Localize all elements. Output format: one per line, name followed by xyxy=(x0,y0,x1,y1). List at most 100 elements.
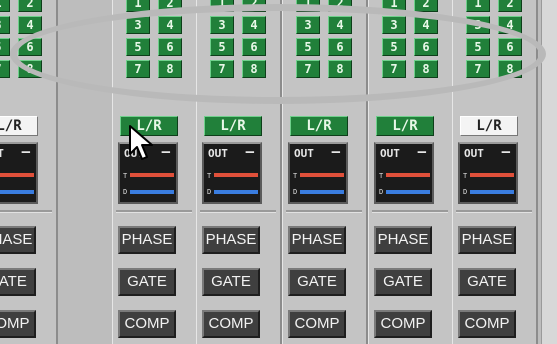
out-indicator: – xyxy=(161,144,170,160)
gate-button[interactable]: GATE xyxy=(374,268,432,296)
meter-t-bar xyxy=(470,173,514,177)
meter-d-bar xyxy=(386,190,430,194)
output-meter-panel: OUT – TD xyxy=(202,142,262,204)
bus-assign-button-7[interactable]: 7 xyxy=(466,60,490,78)
phase-button[interactable]: PHASE xyxy=(458,226,516,254)
bus-assign-button-6[interactable]: 6 xyxy=(328,38,352,56)
lr-assign-button[interactable]: L/R xyxy=(204,116,262,136)
output-meter-panel: OUT – TD xyxy=(374,142,434,204)
bus-assign-grid: 12345678 xyxy=(382,0,438,78)
phase-button[interactable]: PHASE xyxy=(202,226,260,254)
gate-button[interactable]: GATE xyxy=(0,268,36,296)
bus-assign-button-5[interactable]: 5 xyxy=(0,38,10,56)
out-label: OUT xyxy=(380,147,400,160)
bus-assign-button-8[interactable]: 8 xyxy=(328,60,352,78)
meter-t-label: T xyxy=(293,172,298,180)
meter-t-label: T xyxy=(207,172,212,180)
bus-assign-button-6[interactable]: 6 xyxy=(242,38,266,56)
bus-assign-button-8[interactable]: 8 xyxy=(242,60,266,78)
gate-button[interactable]: GATE xyxy=(288,268,346,296)
bus-assign-button-5[interactable]: 5 xyxy=(382,38,406,56)
bus-assign-button-8[interactable]: 8 xyxy=(158,60,182,78)
mixer-window: 12345678L/ROUT–TDPHASEGATECOMP12345678L/… xyxy=(0,0,557,344)
bus-assign-button-6[interactable]: 6 xyxy=(18,38,42,56)
phase-button[interactable]: PHASE xyxy=(118,226,176,254)
bus-assign-button-1[interactable]: 1 xyxy=(466,0,490,12)
bus-assign-grid: 12345678 xyxy=(296,0,352,78)
lr-assign-button[interactable]: L/R xyxy=(376,116,434,136)
bus-assign-button-4[interactable]: 4 xyxy=(328,16,352,34)
bus-assign-button-2[interactable]: 2 xyxy=(414,0,438,12)
output-meter-panel: OUT – TD xyxy=(458,142,518,204)
vertical-scrollbar[interactable] xyxy=(541,0,557,344)
bus-assign-grid: 12345678 xyxy=(126,0,182,78)
phase-button[interactable]: PHASE xyxy=(0,226,36,254)
lr-assign-button[interactable]: L/R xyxy=(0,116,38,136)
meter-t-bar xyxy=(386,173,430,177)
bus-assign-grid: 12345678 xyxy=(0,0,42,78)
bus-assign-button-2[interactable]: 2 xyxy=(498,0,522,12)
bus-assign-button-5[interactable]: 5 xyxy=(296,38,320,56)
gate-button[interactable]: GATE xyxy=(202,268,260,296)
bus-assign-button-1[interactable]: 1 xyxy=(382,0,406,12)
meter-d-bar xyxy=(470,190,514,194)
comp-button[interactable]: COMP xyxy=(288,310,346,338)
bus-assign-button-4[interactable]: 4 xyxy=(498,16,522,34)
meter-d-label: D xyxy=(293,188,298,196)
bus-assign-button-8[interactable]: 8 xyxy=(18,60,42,78)
gate-button[interactable]: GATE xyxy=(118,268,176,296)
bus-assign-button-3[interactable]: 3 xyxy=(126,16,150,34)
divider xyxy=(456,210,532,213)
bus-assign-button-8[interactable]: 8 xyxy=(498,60,522,78)
bus-assign-button-7[interactable]: 7 xyxy=(382,60,406,78)
bus-assign-button-2[interactable]: 2 xyxy=(18,0,42,12)
bus-assign-button-5[interactable]: 5 xyxy=(126,38,150,56)
bus-assign-button-3[interactable]: 3 xyxy=(296,16,320,34)
bus-assign-button-4[interactable]: 4 xyxy=(158,16,182,34)
out-indicator: – xyxy=(245,144,254,160)
phase-button[interactable]: PHASE xyxy=(374,226,432,254)
bus-assign-button-8[interactable]: 8 xyxy=(414,60,438,78)
meter-d-bar xyxy=(214,190,258,194)
meter-t-label: T xyxy=(379,172,384,180)
bus-assign-grid: 12345678 xyxy=(466,0,522,78)
bus-assign-button-4[interactable]: 4 xyxy=(414,16,438,34)
out-label: OUT xyxy=(464,147,484,160)
lr-assign-button[interactable]: L/R xyxy=(290,116,348,136)
bus-assign-button-7[interactable]: 7 xyxy=(126,60,150,78)
bus-assign-button-6[interactable]: 6 xyxy=(414,38,438,56)
bus-assign-button-7[interactable]: 7 xyxy=(210,60,234,78)
gate-button[interactable]: GATE xyxy=(458,268,516,296)
bus-assign-button-1[interactable]: 1 xyxy=(126,0,150,12)
bus-assign-button-1[interactable]: 1 xyxy=(210,0,234,12)
bus-assign-button-2[interactable]: 2 xyxy=(328,0,352,12)
bus-assign-button-3[interactable]: 3 xyxy=(210,16,234,34)
bus-assign-button-3[interactable]: 3 xyxy=(382,16,406,34)
bus-assign-button-5[interactable]: 5 xyxy=(210,38,234,56)
comp-button[interactable]: COMP xyxy=(0,310,36,338)
comp-button[interactable]: COMP xyxy=(202,310,260,338)
bus-assign-button-6[interactable]: 6 xyxy=(498,38,522,56)
bus-assign-button-7[interactable]: 7 xyxy=(0,60,10,78)
bus-assign-button-4[interactable]: 4 xyxy=(242,16,266,34)
channel-strip: 12345678L/ROUT–TDPHASEGATECOMP xyxy=(112,0,198,344)
comp-button[interactable]: COMP xyxy=(458,310,516,338)
bus-assign-button-1[interactable]: 1 xyxy=(0,0,10,12)
channel-strip: 12345678 L/R OUT–TD PHASE GATE COMP xyxy=(368,0,454,344)
lr-assign-button[interactable]: L/R xyxy=(120,116,178,136)
channel-strip: 12345678L/ROUT–TDPHASEGATECOMP xyxy=(0,0,58,344)
bus-assign-button-6[interactable]: 6 xyxy=(158,38,182,56)
lr-assign-button[interactable]: L/R xyxy=(460,116,518,136)
bus-assign-button-3[interactable]: 3 xyxy=(0,16,10,34)
bus-assign-button-2[interactable]: 2 xyxy=(158,0,182,12)
bus-assign-button-1[interactable]: 1 xyxy=(296,0,320,12)
meter-t-label: T xyxy=(463,172,468,180)
bus-assign-button-2[interactable]: 2 xyxy=(242,0,266,12)
comp-button[interactable]: COMP xyxy=(118,310,176,338)
bus-assign-button-3[interactable]: 3 xyxy=(466,16,490,34)
bus-assign-button-7[interactable]: 7 xyxy=(296,60,320,78)
bus-assign-button-5[interactable]: 5 xyxy=(466,38,490,56)
phase-button[interactable]: PHASE xyxy=(288,226,346,254)
bus-assign-button-4[interactable]: 4 xyxy=(18,16,42,34)
comp-button[interactable]: COMP xyxy=(374,310,432,338)
